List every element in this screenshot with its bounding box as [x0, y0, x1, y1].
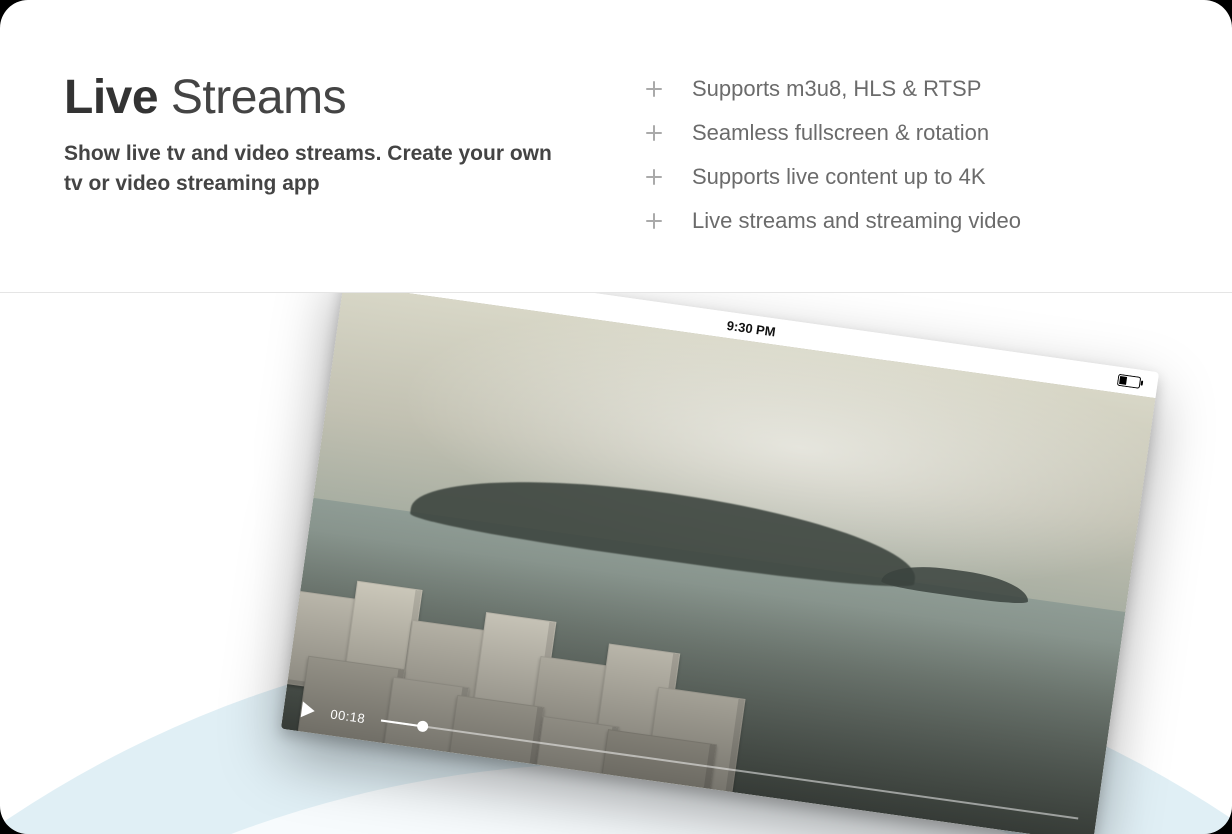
feature-label: Supports m3u8, HLS & RTSP: [692, 76, 981, 102]
battery-icon: [1117, 374, 1144, 390]
plus-icon: [644, 123, 664, 143]
status-bar-time: 9:30 PM: [726, 317, 777, 339]
feature-label: Live streams and streaming video: [692, 208, 1021, 234]
plus-icon: [644, 211, 664, 231]
header-block: Live Streams Show live tv and video stre…: [64, 70, 604, 252]
title-bold: Live: [64, 71, 158, 124]
feature-item[interactable]: Supports m3u8, HLS & RTSP: [644, 76, 1168, 102]
status-bar-right: [1117, 374, 1144, 390]
title-rest: Streams: [158, 71, 346, 124]
top-section: Live Streams Show live tv and video stre…: [0, 0, 1232, 292]
screenshot-stage: Carrier 9:30 PM: [0, 293, 1232, 834]
play-button[interactable]: [301, 701, 316, 719]
plus-icon: [644, 167, 664, 187]
feature-item[interactable]: Live streams and streaming video: [644, 208, 1168, 234]
feature-label: Seamless fullscreen & rotation: [692, 120, 989, 146]
feature-item[interactable]: Seamless fullscreen & rotation: [644, 120, 1168, 146]
plus-icon: [644, 79, 664, 99]
feature-list: Supports m3u8, HLS & RTSP Seamless fulls…: [644, 70, 1168, 252]
feature-item[interactable]: Supports live content up to 4K: [644, 164, 1168, 190]
section-title: Live Streams: [64, 70, 604, 125]
feature-label: Supports live content up to 4K: [692, 164, 986, 190]
feature-card: Live Streams Show live tv and video stre…: [0, 0, 1232, 834]
section-subtitle: Show live tv and video streams. Create y…: [64, 139, 564, 200]
seek-knob[interactable]: [417, 720, 429, 732]
